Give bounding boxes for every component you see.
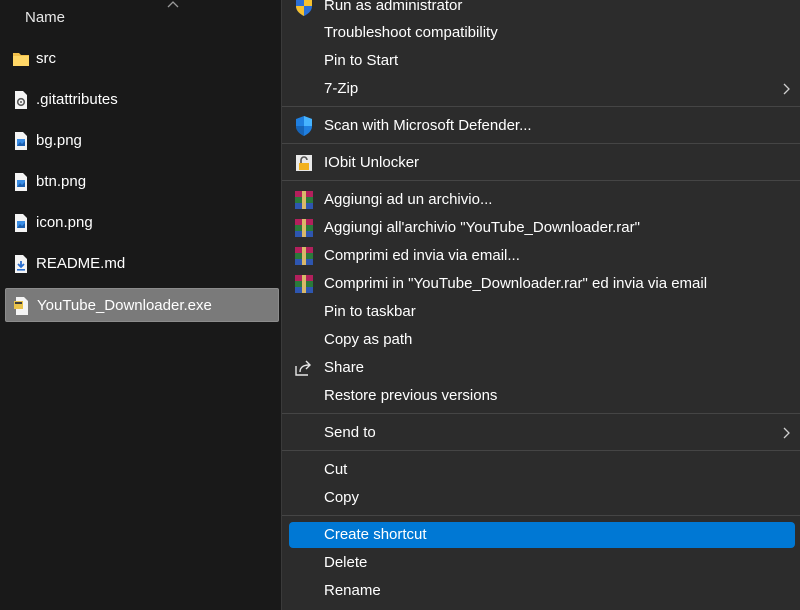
winrar-icon <box>295 191 313 209</box>
menu-item-create-shortcut[interactable]: Create shortcut <box>289 522 795 548</box>
menu-item-label: Aggiungi ad un archivio... <box>324 191 493 208</box>
iobit-unlocker-icon <box>296 155 312 171</box>
menu-item-restore-previous-versions[interactable]: Restore previous versions <box>289 383 795 409</box>
menu-item-label: Troubleshoot compatibility <box>324 24 498 41</box>
file-name: YouTube_Downloader.exe <box>37 297 212 314</box>
winrar-icon <box>295 275 313 293</box>
menu-item-label: Scan with Microsoft Defender... <box>324 117 532 134</box>
file-row-readme[interactable]: README.md <box>5 247 279 281</box>
menu-separator <box>282 180 800 181</box>
menu-separator <box>282 106 800 107</box>
menu-separator <box>282 450 800 451</box>
image-file-icon <box>15 214 27 232</box>
menu-item-label: Aggiungi all'archivio "YouTube_Downloade… <box>324 219 640 236</box>
menu-item-label: Send to <box>324 424 376 441</box>
column-header-label: Name <box>25 9 66 26</box>
menu-item-label: Cut <box>324 461 348 478</box>
share-icon <box>295 360 311 376</box>
markdown-file-icon <box>15 255 27 273</box>
menu-item-troubleshoot-compatibility[interactable]: Troubleshoot compatibility <box>289 20 795 46</box>
file-name: .gitattributes <box>36 91 118 108</box>
menu-item-comprimi-in-rar-ed-invia[interactable]: Comprimi in "YouTube_Downloader.rar" ed … <box>289 271 795 297</box>
menu-item-delete[interactable]: Delete <box>289 550 795 576</box>
defender-shield-icon <box>296 116 312 136</box>
file-name: src <box>36 50 56 67</box>
menu-item-scan-with-defender[interactable]: Scan with Microsoft Defender... <box>289 113 795 139</box>
menu-separator <box>282 143 800 144</box>
menu-item-label: Create shortcut <box>324 526 427 543</box>
context-menu: Run as administrator Troubleshoot compat… <box>281 0 800 610</box>
menu-item-label: Restore previous versions <box>324 387 498 404</box>
folder-icon <box>13 53 29 66</box>
file-row-youtube-downloader-exe[interactable]: YouTube_Downloader.exe <box>5 288 279 322</box>
menu-item-label: Share <box>324 359 365 376</box>
menu-item-label: 7-Zip <box>324 80 359 97</box>
menu-item-label: Rename <box>324 582 381 599</box>
menu-item-label: Pin to Start <box>324 52 399 69</box>
chevron-right-icon <box>783 83 790 95</box>
menu-item-comprimi-ed-invia[interactable]: Comprimi ed invia via email... <box>289 243 795 269</box>
uac-shield-icon <box>296 0 312 16</box>
menu-item-label: IObit Unlocker <box>324 154 420 171</box>
file-row-gitattributes[interactable]: .gitattributes <box>5 83 279 117</box>
menu-separator <box>282 413 800 414</box>
menu-item-aggiungi-ad-un-archivio[interactable]: Aggiungi ad un archivio... <box>289 187 795 213</box>
menu-item-share[interactable]: Share <box>289 355 795 381</box>
menu-item-label: Comprimi in "YouTube_Downloader.rar" ed … <box>324 275 708 292</box>
file-name: README.md <box>36 255 126 272</box>
menu-item-copy[interactable]: Copy <box>289 485 795 511</box>
sort-ascending-icon <box>167 1 179 8</box>
menu-item-pin-to-start[interactable]: Pin to Start <box>289 48 795 74</box>
chevron-right-icon <box>783 427 790 439</box>
menu-item-iobit-unlocker[interactable]: IObit Unlocker <box>289 150 795 176</box>
menu-item-copy-as-path[interactable]: Copy as path <box>289 327 795 353</box>
file-name: btn.png <box>36 173 87 190</box>
file-row-icon-png[interactable]: icon.png <box>5 206 279 240</box>
file-row-btn-png[interactable]: btn.png <box>5 165 279 199</box>
menu-item-label: Copy as path <box>324 331 413 348</box>
menu-item-7zip[interactable]: 7-Zip <box>289 76 795 102</box>
menu-item-aggiungi-all-archivio[interactable]: Aggiungi all'archivio "YouTube_Downloade… <box>289 215 795 241</box>
image-file-icon <box>15 132 27 150</box>
file-row-bg-png[interactable]: bg.png <box>5 124 279 158</box>
winrar-icon <box>295 219 313 237</box>
menu-item-label: Delete <box>324 554 368 571</box>
image-file-icon <box>15 173 27 191</box>
file-list-pane: Name src .gitattributes bg.png btn.png i… <box>0 0 283 603</box>
menu-item-rename[interactable]: Rename <box>289 578 795 604</box>
menu-item-label: Run as administrator <box>324 0 463 14</box>
column-header-name[interactable]: Name <box>0 0 283 36</box>
menu-item-label: Copy <box>324 489 360 506</box>
menu-separator <box>282 515 800 516</box>
menu-item-cut[interactable]: Cut <box>289 457 795 483</box>
winrar-icon <box>295 247 313 265</box>
exe-file-icon <box>14 297 28 315</box>
settings-file-icon <box>15 91 27 109</box>
file-name: bg.png <box>36 132 82 149</box>
menu-item-pin-to-taskbar[interactable]: Pin to taskbar <box>289 299 795 325</box>
menu-item-label: Comprimi ed invia via email... <box>324 247 520 264</box>
file-row-src[interactable]: src <box>5 42 279 76</box>
menu-item-label: Pin to taskbar <box>324 303 416 320</box>
file-name: icon.png <box>36 214 93 231</box>
menu-item-send-to[interactable]: Send to <box>289 420 795 446</box>
menu-item-run-as-administrator[interactable]: Run as administrator <box>289 0 795 19</box>
